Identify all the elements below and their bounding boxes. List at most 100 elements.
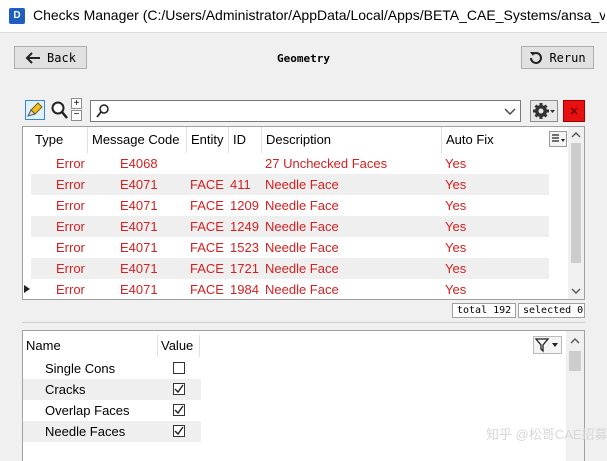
column-header-type[interactable]: Type	[31, 127, 87, 153]
table-row[interactable]: Error E4071 FACE 1523 Needle Face Yes	[31, 237, 549, 258]
cell-message-code: E4071	[120, 219, 158, 234]
search-input[interactable]	[113, 103, 493, 119]
cell-entity: FACE	[190, 240, 224, 255]
refresh-icon	[530, 51, 543, 64]
column-header-entity[interactable]: Entity	[186, 127, 228, 153]
dropdown-chevron-icon[interactable]	[504, 108, 516, 116]
check-item-label: Needle Faces	[45, 424, 126, 439]
cell-type: Error	[56, 240, 85, 255]
cell-description: Needle Face	[265, 282, 339, 297]
cell-type: Error	[56, 282, 85, 297]
plus-icon[interactable]: +	[71, 98, 82, 109]
column-divider	[199, 335, 200, 357]
cell-type: Error	[56, 177, 85, 192]
cell-description: Needle Face	[265, 219, 339, 234]
close-icon[interactable]	[563, 100, 585, 122]
zoom-magnifier-icon[interactable]	[50, 100, 68, 120]
table-row[interactable]: Error E4071 FACE 1984 Needle Face Yes	[31, 279, 549, 299]
search-field[interactable]	[90, 100, 521, 122]
table-row[interactable]: Error E4071 FACE 1721 Needle Face Yes	[31, 258, 549, 279]
check-item-overlap-faces[interactable]: Overlap Faces	[23, 400, 201, 421]
title-bar: D Checks Manager (C:/Users/Administrator…	[0, 0, 607, 33]
column-header-message-code[interactable]: Message Code	[87, 127, 186, 153]
settings-menu-button[interactable]	[530, 100, 558, 122]
cell-auto-fix: Yes	[445, 177, 467, 192]
cell-type: Error	[56, 261, 85, 276]
cell-auto-fix: Yes	[445, 156, 467, 171]
check-item-label: Cracks	[45, 382, 86, 397]
table-header: Type Message Code Entity ID Description …	[31, 127, 561, 153]
cell-id: 1209	[230, 198, 259, 213]
column-header-name[interactable]: Name	[26, 335, 61, 357]
column-header-id[interactable]: ID	[228, 127, 261, 153]
cell-id: 1523	[230, 240, 259, 255]
check-item-checkbox[interactable]	[173, 404, 185, 416]
cell-entity: FACE	[190, 177, 224, 192]
check-item-single-cons[interactable]: Single Cons	[23, 358, 201, 379]
table-row[interactable]: Error E4068 27 Unchecked Faces Yes	[31, 153, 549, 174]
check-item-checkbox[interactable]	[173, 425, 185, 437]
cell-type: Error	[56, 156, 85, 171]
cell-message-code: E4068	[120, 156, 158, 171]
cell-type: Error	[56, 219, 85, 234]
table-row[interactable]: Error E4071 FACE 1209 Needle Face Yes	[31, 195, 549, 216]
column-header-auto-fix[interactable]: Auto Fix	[441, 127, 511, 153]
cell-description: Needle Face	[265, 240, 339, 255]
cell-auto-fix: Yes	[445, 240, 467, 255]
table-row[interactable]: Error E4071 FACE 411 Needle Face Yes	[31, 174, 549, 195]
scroll-up-arrow-icon[interactable]	[568, 129, 584, 141]
cell-id: 411	[230, 177, 251, 192]
cell-description: 27 Unchecked Faces	[265, 156, 388, 171]
scroll-thumb[interactable]	[569, 351, 581, 371]
cell-description: Needle Face	[265, 261, 339, 276]
check-item-checkbox[interactable]	[173, 362, 185, 374]
filter-icon	[534, 338, 558, 353]
cell-id: 1249	[230, 219, 259, 234]
back-button-label: Back	[47, 50, 76, 65]
check-item-needle-faces[interactable]: Needle Faces	[23, 421, 201, 442]
back-button[interactable]: Back	[14, 46, 87, 69]
brush-icon[interactable]	[25, 100, 45, 120]
cell-message-code: E4071	[120, 261, 158, 276]
check-item-label: Single Cons	[45, 361, 116, 376]
cell-auto-fix: Yes	[445, 261, 467, 276]
table-scrollbar[interactable]	[568, 127, 584, 299]
cell-auto-fix: Yes	[445, 198, 467, 213]
search-icon	[96, 104, 109, 118]
filter-dropdown[interactable]	[533, 336, 562, 354]
cell-description: Needle Face	[265, 198, 339, 213]
rerun-button[interactable]: Rerun	[521, 46, 594, 69]
watermark-text: 知乎 @松哥CAE招募合作	[486, 427, 607, 442]
cell-auto-fix: Yes	[445, 219, 467, 234]
minus-icon[interactable]: −	[71, 110, 82, 121]
cell-message-code: E4071	[120, 177, 158, 192]
cell-message-code: E4071	[120, 198, 158, 213]
row-expand-arrow-icon[interactable]	[24, 285, 30, 293]
check-item-cracks[interactable]: Cracks	[23, 379, 201, 400]
cell-auto-fix: Yes	[445, 282, 467, 297]
cell-entity: FACE	[190, 198, 224, 213]
selected-count: selected 0	[518, 303, 585, 318]
results-table: Type Message Code Entity ID Description …	[22, 126, 585, 300]
cell-id: 1984	[230, 282, 259, 297]
column-divider	[157, 335, 158, 357]
arrow-left-icon	[25, 51, 41, 64]
panel-splitter[interactable]	[22, 322, 585, 323]
cell-entity: FACE	[190, 261, 224, 276]
cell-type: Error	[56, 198, 85, 213]
column-chooser-icon[interactable]	[549, 131, 567, 147]
cell-entity: FACE	[190, 219, 224, 234]
scroll-down-arrow-icon[interactable]	[568, 285, 584, 297]
column-header-description[interactable]: Description	[261, 127, 441, 153]
total-count: total 192	[452, 303, 516, 318]
cell-description: Needle Face	[265, 177, 339, 192]
column-header-value[interactable]: Value	[161, 335, 193, 357]
scroll-up-arrow-icon[interactable]	[566, 335, 584, 347]
page-title: Geometry	[277, 52, 330, 65]
check-item-checkbox[interactable]	[173, 383, 185, 395]
cell-entity: FACE	[190, 282, 224, 297]
table-row[interactable]: Error E4071 FACE 1249 Needle Face Yes	[31, 216, 549, 237]
ansa-app-icon: D	[9, 8, 25, 24]
scroll-thumb[interactable]	[571, 143, 581, 263]
window-title: Checks Manager (C:/Users/Administrator/A…	[33, 7, 605, 23]
